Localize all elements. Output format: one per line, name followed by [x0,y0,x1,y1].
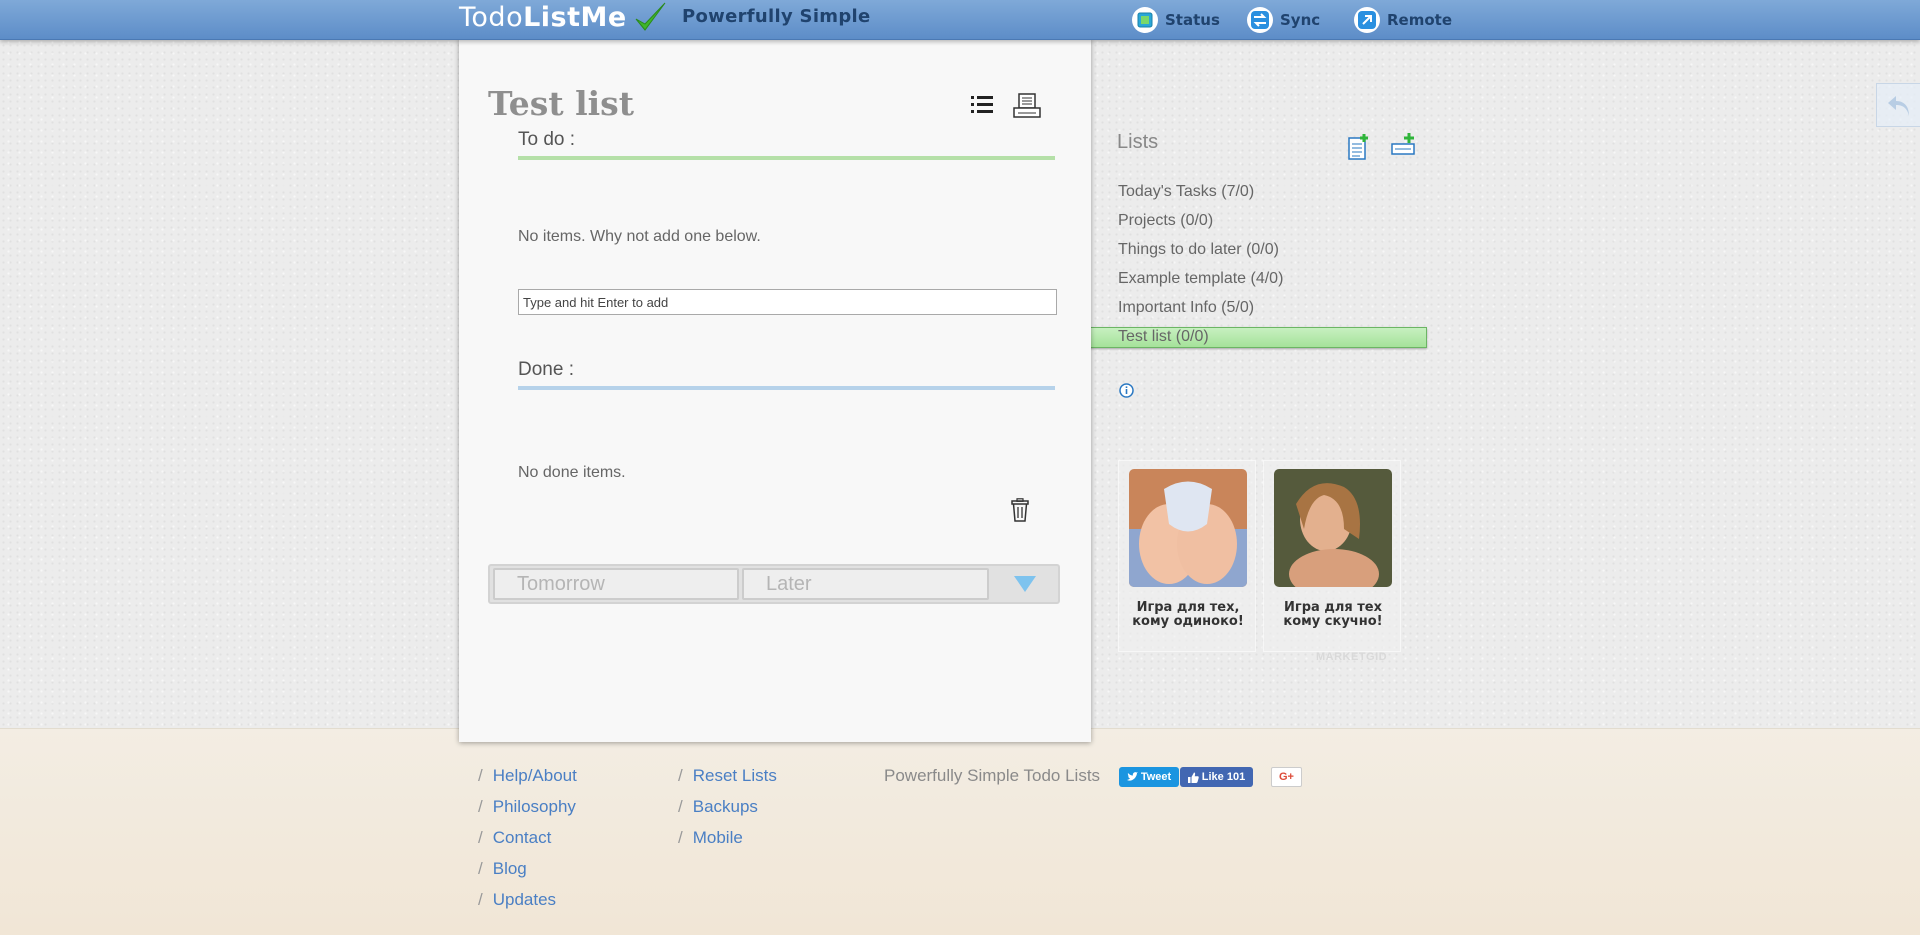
list-link-things-to-do-later[interactable]: Things to do later (0/0) [1118,239,1283,268]
footer-tagline: Powerfully Simple Todo Lists [884,766,1101,785]
list-panel: Test list To do : No items. Why not add … [459,38,1091,742]
status-label: Status [1165,11,1220,29]
ad-image[interactable] [1274,469,1392,587]
footer-link-blog[interactable]: / Blog [478,859,577,890]
list-link-todays-tasks[interactable]: Today's Tasks (7/0) [1118,181,1283,210]
thumbs-up-icon [1187,772,1199,783]
remote-button[interactable]: Remote [1354,7,1452,33]
app-tagline: Powerfully Simple [682,6,871,27]
schedule-tabs: Tomorrow Later [488,564,1060,604]
ad-caption[interactable]: Игра для тех кому скучно! [1264,601,1402,629]
top-bar: TodoListMe Powerfully Simple Status Sync… [0,0,1920,40]
google-plus-button[interactable]: G+ [1271,767,1302,787]
footer-links-secondary: / Reset Lists / Backups / Mobile [678,766,777,859]
list-link-test-list[interactable]: Test list (0/0) [1118,326,1283,355]
add-list-icon[interactable] [1347,133,1371,161]
ad-caption[interactable]: Игра для тех, кому одиноко! [1119,601,1257,629]
footer-links-primary: / Help/About / Philosophy / Contact / Blog /… [478,766,577,921]
list-view-icon[interactable] [969,92,995,118]
triangle-down-icon[interactable] [1013,574,1037,594]
undo-button[interactable] [1876,83,1920,127]
footer-link-reset-lists[interactable]: / Reset Lists [678,766,777,797]
facebook-like-button[interactable]: Like 101 [1180,767,1253,787]
tab-tomorrow[interactable]: Tomorrow [493,568,739,600]
status-button[interactable]: Status [1132,7,1220,33]
list-title[interactable]: Test list [488,84,634,123]
footer-link-backups[interactable]: / Backups [678,797,777,828]
ad-card[interactable]: Игра для тех, кому одиноко! [1118,460,1256,652]
list-link-example-template[interactable]: Example template (4/0) [1118,268,1283,297]
ad-card[interactable]: Игра для тех кому скучно! [1263,460,1401,652]
todo-heading: To do : [518,129,1055,160]
remote-label: Remote [1387,11,1453,29]
sync-icon [1247,7,1273,33]
print-icon[interactable] [1012,92,1042,120]
checkmark-icon [635,2,666,31]
ad-image[interactable] [1129,469,1247,587]
logo-text-part2: ListMe [523,2,627,33]
list-links: Today's Tasks (7/0) Projects (0/0) Thing… [1118,181,1283,355]
add-item-input[interactable] [518,289,1057,315]
lists-heading: Lists [1117,131,1159,153]
undo-icon [1887,96,1909,116]
info-icon[interactable] [1119,383,1134,398]
app-logo[interactable]: TodoListMe [459,2,627,33]
footer-link-updates[interactable]: / Updates [478,890,577,921]
footer-link-philosophy[interactable]: / Philosophy [478,797,577,828]
done-heading: Done : [518,359,1055,390]
tweet-button[interactable]: Tweet [1119,767,1179,787]
status-icon [1132,7,1158,33]
tab-later[interactable]: Later [742,568,989,600]
sync-button[interactable]: Sync [1247,7,1320,33]
footer [0,728,1920,935]
list-link-important-info[interactable]: Important Info (5/0) [1118,297,1283,326]
ad-network-label[interactable]: MARKETGID [1316,651,1387,663]
add-category-icon[interactable] [1390,132,1416,156]
trash-icon[interactable] [1010,498,1030,522]
footer-link-contact[interactable]: / Contact [478,828,577,859]
list-link-projects[interactable]: Projects (0/0) [1118,210,1283,239]
done-empty-message: No done items. [518,464,626,481]
twitter-bird-icon [1126,772,1138,781]
remote-icon [1354,7,1380,33]
todo-empty-message: No items. Why not add one below. [518,228,761,245]
logo-text-part1: Todo [459,2,524,33]
footer-link-help[interactable]: / Help/About [478,766,577,797]
footer-link-mobile[interactable]: / Mobile [678,828,777,859]
sync-label: Sync [1280,11,1321,29]
